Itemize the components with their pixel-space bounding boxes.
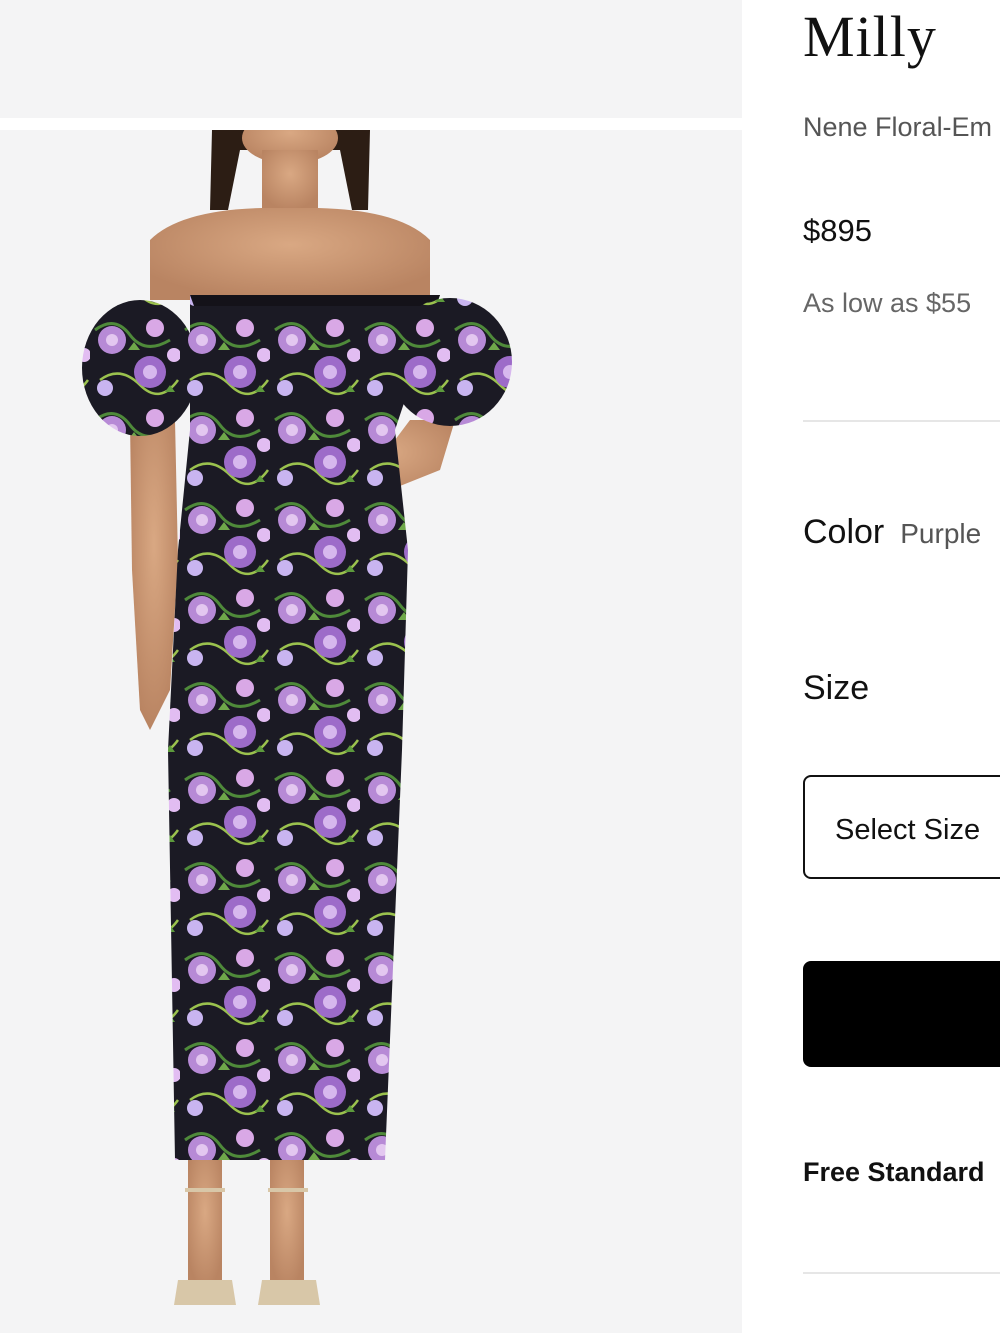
installment-price[interactable]: As low as $55 — [803, 286, 971, 320]
color-selector: Color Purple — [803, 512, 981, 559]
product-title: Nene Floral-Em — [803, 112, 993, 142]
divider — [803, 420, 1000, 422]
color-value: Purple — [900, 518, 982, 549]
dress-illustration — [82, 130, 512, 1305]
brand-name[interactable]: Milly — [803, 2, 937, 72]
product-price: $895 — [803, 213, 872, 248]
size-dropdown[interactable]: Select Size — [803, 775, 1000, 879]
product-details-panel: Milly Nene Floral-Em $895 As low as $55 … — [803, 0, 1000, 1333]
size-dropdown-placeholder: Select Size — [835, 814, 981, 846]
product-image[interactable] — [0, 130, 742, 1333]
shipping-info: Free Standard — [803, 1157, 985, 1187]
size-label: Size — [803, 669, 870, 707]
divider — [803, 1272, 1000, 1274]
gallery-thumbnail-top[interactable] — [0, 0, 742, 118]
add-to-bag-button[interactable] — [803, 961, 1000, 1067]
color-label: Color — [803, 513, 885, 551]
